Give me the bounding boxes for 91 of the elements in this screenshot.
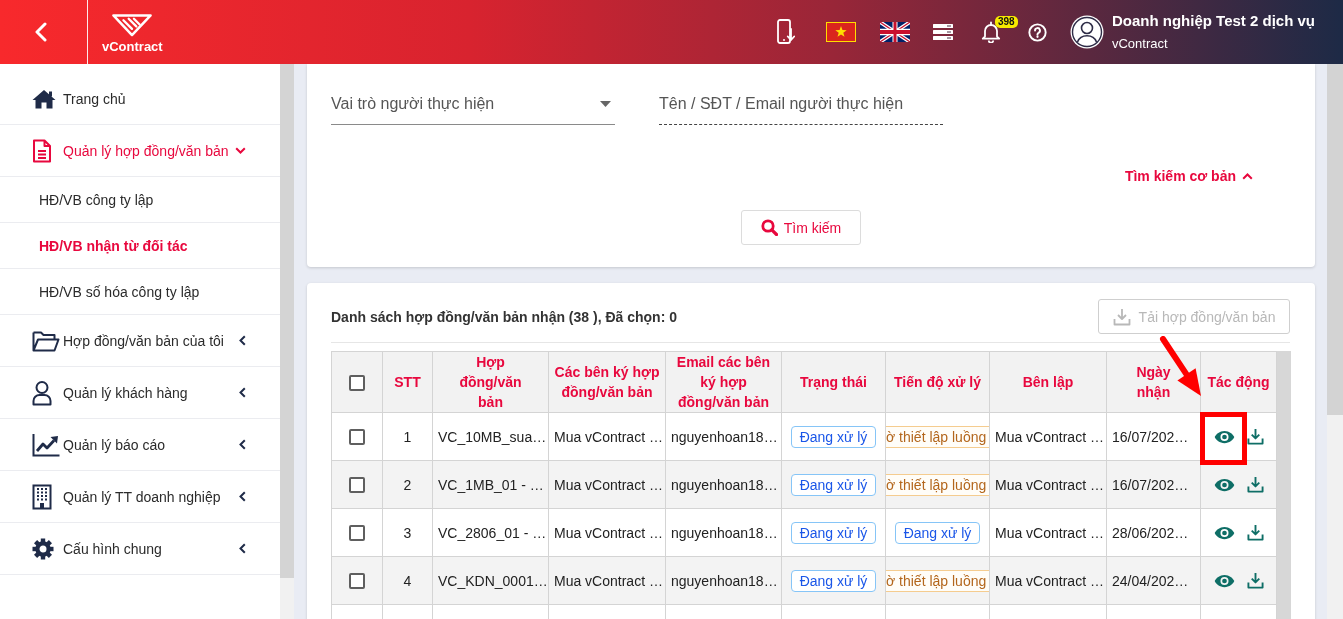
table-cell: nguyenhoan18… — [665, 460, 782, 509]
scrollbar[interactable] — [1327, 64, 1343, 619]
table-cell: VC_10MB_sua… — [432, 412, 549, 461]
status-badge: Đang xử lý — [790, 473, 877, 496]
eye-icon[interactable] — [1214, 573, 1235, 588]
sidebar-item[interactable]: Hợp đồng/văn bản của tôi — [0, 315, 280, 367]
select-all-checkbox[interactable] — [349, 375, 365, 392]
download-icon[interactable] — [1247, 572, 1264, 589]
table-cell: 3 — [382, 508, 433, 557]
sidebar-item[interactable]: Trang chủ — [0, 64, 280, 125]
list-title: Danh sách hợp đồng/văn bản nhận (38 ), Đã chọn: 0 — [331, 308, 677, 325]
column-header: Tác động — [1200, 351, 1277, 413]
column-header: Các bên ký hợp đồng/văn bản — [548, 351, 666, 413]
avatar-icon[interactable] — [1069, 15, 1104, 49]
column-header: Tiến độ xử lý — [885, 351, 990, 413]
scrollbar-thumb[interactable] — [1327, 64, 1343, 415]
table-cell: 1 — [382, 412, 433, 461]
line-chart-icon — [32, 432, 60, 457]
caret-down-icon — [600, 101, 611, 107]
table-cell: VC_1MB_01 - … — [432, 460, 549, 509]
row-checkbox[interactable] — [349, 477, 365, 494]
sidebar-item[interactable]: Quản lý báo cáo — [0, 419, 280, 471]
sidebar-item[interactable]: Quản lý TT doanh nghiệp — [0, 471, 280, 523]
eye-icon[interactable] — [1214, 477, 1235, 492]
table-cell: 2 — [382, 460, 433, 509]
eye-icon[interactable] — [1214, 429, 1235, 444]
table-cell: nguyenhoan18… — [665, 508, 782, 557]
chevron-left-icon — [34, 22, 47, 42]
table-cell: nguyenhoan18… — [665, 556, 782, 605]
table-cell: Mua vContract … — [989, 412, 1107, 461]
progress-badge: ờ thiết lập luồng — [886, 473, 989, 496]
table-cell: Mua vContract … — [548, 508, 666, 557]
sidebar-item[interactable]: Quản lý khách hàng — [0, 367, 280, 419]
settings-gear-icon — [32, 537, 54, 560]
column-header: Bên lập — [989, 351, 1107, 413]
row-checkbox[interactable] — [349, 429, 365, 446]
user-subtitle: vContract — [1111, 35, 1169, 53]
table-cell: Mua vContract … — [548, 460, 666, 509]
sidebar-item[interactable]: Quản lý hợp đồng/văn bản — [0, 125, 280, 177]
search-field[interactable]: Tên / SĐT / Email người thực hiện — [659, 88, 943, 125]
row-checkbox[interactable] — [349, 525, 365, 542]
status-badge: Đang xử lý — [790, 521, 877, 544]
sidebar-item[interactable]: Cấu hình chung — [0, 523, 280, 575]
progress-badge: ờ thiết lập luồng — [886, 425, 989, 448]
status-badge: Đang xử lý — [790, 425, 877, 448]
table-cell: nguyenhoan18… — [665, 412, 782, 461]
progress-badge: ờ thiết lập luồng — [886, 569, 989, 592]
logo-text: vContract — [102, 39, 163, 55]
building-icon — [32, 483, 52, 510]
phone-download-icon[interactable] — [776, 19, 795, 45]
vietnamese-flag-icon[interactable] — [825, 22, 856, 42]
table-cell: Mua vContract … — [548, 556, 666, 605]
search-icon — [760, 219, 778, 236]
server-icon[interactable] — [932, 24, 953, 40]
table-cell: VC_KDN_0001… — [432, 556, 549, 605]
column-header: Trạng thái — [781, 351, 886, 413]
scrollbar[interactable] — [1277, 351, 1291, 619]
download-icon — [1112, 307, 1131, 326]
table-row[interactable]: 4 VC_KDN_0001… Mua vContract … nguyenhoan18… Đang xử lý ờ thiết lập luồng Mua vContract … 24/04/202… — [331, 556, 1277, 605]
download-icon[interactable] — [1247, 428, 1264, 445]
table-cell: Mua vContract … — [989, 556, 1107, 605]
eye-icon[interactable] — [1214, 525, 1235, 540]
table-cell: Mua vContract … — [989, 508, 1107, 557]
download-icon[interactable] — [1247, 476, 1264, 493]
home-icon — [32, 89, 56, 109]
table-cell: Mua vContract … — [989, 460, 1107, 509]
help-icon[interactable] — [1027, 22, 1047, 42]
logo-icon[interactable] — [111, 13, 154, 37]
uk-flag-icon[interactable] — [879, 22, 910, 42]
search-button[interactable]: Tìm kiếm — [741, 210, 861, 245]
column-header: Email các bên ký hợp đồng/văn bản — [665, 351, 782, 413]
table-cell: VC_2806_01 - … — [432, 508, 549, 557]
table-row[interactable]: 2 VC_1MB_01 - … Mua vContract … nguyenhoan18… Đang xử lý ờ thiết lập luồng Mua vContract … 16/07/202… — [331, 460, 1277, 509]
column-header: Hợp đồng/văn bản — [432, 351, 549, 413]
status-badge: Đang xử lý — [790, 569, 877, 592]
download-icon[interactable] — [1247, 524, 1264, 541]
column-header: STT — [382, 351, 433, 413]
table-row[interactable]: 3 VC_2806_01 - … Mua vContract … nguyenhoan18… Đang xử lý Đang xử lý Mua vContract … 28/06/202… — [331, 508, 1277, 557]
table-cell: Mua vContract … — [548, 412, 666, 461]
table-cell: 4 — [382, 556, 433, 605]
table-cell: 24/04/202… — [1106, 556, 1201, 605]
user-icon — [32, 379, 52, 406]
document-icon — [32, 138, 52, 163]
user-name: Doanh nghiệp Test 2 dịch vụ — [1111, 11, 1315, 31]
table-cell: 28/06/202… — [1106, 508, 1201, 557]
progress-badge: Đang xử lý — [894, 521, 981, 544]
notification-badge: 398 — [994, 16, 1018, 28]
folder-icon — [32, 329, 60, 352]
role-select[interactable]: Vai trò người thực hiện — [331, 88, 615, 125]
row-checkbox[interactable] — [349, 573, 365, 590]
basic-search-toggle[interactable]: Tìm kiếm cơ bản — [1124, 164, 1253, 188]
